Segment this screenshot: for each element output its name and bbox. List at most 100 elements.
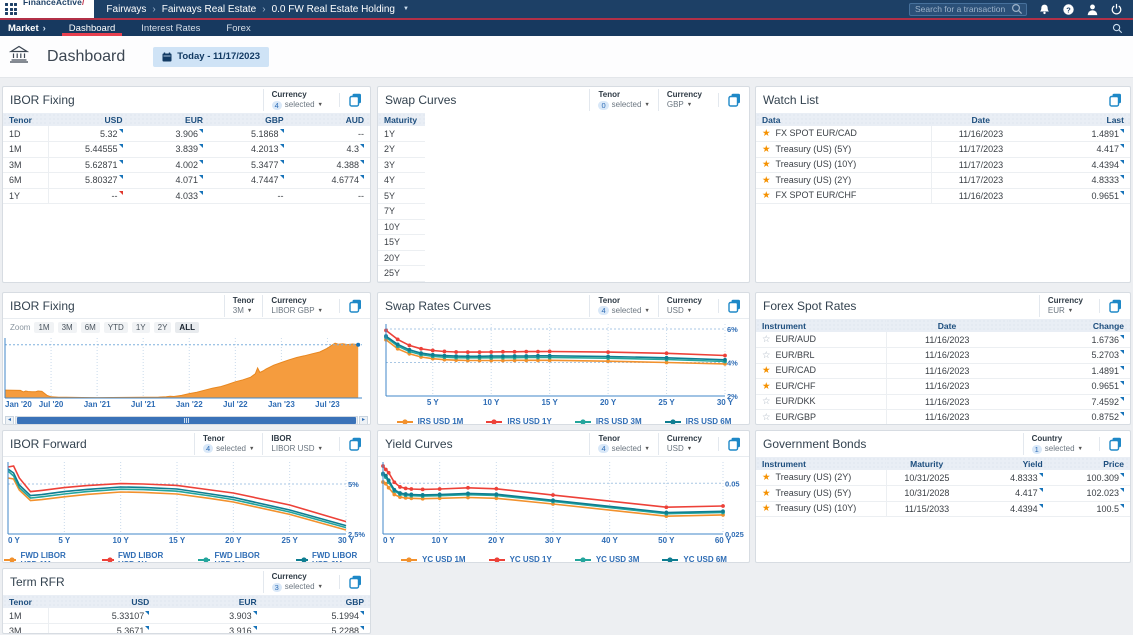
column-header[interactable]: Data xyxy=(756,113,931,126)
navigator-handle[interactable] xyxy=(17,417,356,424)
copy-icon[interactable] xyxy=(718,437,742,451)
dropdown-ibor[interactable]: IBORLIBOR USD▼ xyxy=(262,433,331,455)
column-header[interactable]: Tenor xyxy=(3,113,48,126)
zoom-button-2y[interactable]: 2Y xyxy=(154,322,172,333)
navigator-left-arrow[interactable]: ◂ xyxy=(5,416,14,425)
copy-icon[interactable] xyxy=(339,437,363,451)
dropdown-country[interactable]: Country1selected▼ xyxy=(1023,433,1091,455)
dropdown-currency[interactable]: CurrencyEUR▼ xyxy=(1039,295,1091,317)
star-icon[interactable]: ★ xyxy=(762,128,771,139)
zoom-button-1m[interactable]: 1M xyxy=(34,322,53,333)
copy-icon[interactable] xyxy=(339,575,363,589)
dropdown-currency[interactable]: CurrencyUSD▼ xyxy=(658,295,710,317)
legend-item[interactable]: IRS USD 1M xyxy=(396,417,464,425)
copy-icon[interactable] xyxy=(339,93,363,107)
copy-icon[interactable] xyxy=(718,299,742,313)
market-menu[interactable]: Market› xyxy=(0,20,56,36)
dropdown-tenor[interactable]: Tenor4selected▼ xyxy=(194,433,262,455)
zoom-button-ytd[interactable]: YTD xyxy=(104,322,128,333)
nav-tab-forex[interactable]: Forex xyxy=(213,20,263,36)
star-icon[interactable]: ★ xyxy=(762,159,771,170)
navigator-track[interactable] xyxy=(15,416,358,425)
legend-item[interactable]: FWD LIBOR USD 1Y xyxy=(101,551,176,564)
zoom-button-all[interactable]: ALL xyxy=(175,322,199,333)
column-header[interactable]: Price xyxy=(1049,457,1130,470)
yield-curves-chart[interactable]: 0 Y10 Y20 Y30 Y40 Y50 Y60 Y0.050.025 xyxy=(378,457,749,552)
user-icon[interactable] xyxy=(1086,3,1099,16)
zoom-button-3m[interactable]: 3M xyxy=(58,322,77,333)
column-header[interactable]: Instrument xyxy=(756,319,886,332)
date-picker[interactable]: Today - 11/17/2023 xyxy=(153,47,269,67)
star-icon[interactable]: ★ xyxy=(762,144,771,155)
legend-item[interactable]: IRS USD 1Y xyxy=(485,417,551,425)
dropdown-tenor[interactable]: Tenor0selected▼ xyxy=(589,89,657,111)
breadcrumb-item[interactable]: 0.0 FW Real Estate Holding xyxy=(272,4,395,15)
column-header[interactable]: GBP xyxy=(209,113,290,126)
column-header[interactable]: Maturity xyxy=(886,457,967,470)
star-icon[interactable]: ★ xyxy=(762,381,771,392)
star-icon[interactable]: ★ xyxy=(762,488,771,499)
star-icon[interactable]: ★ xyxy=(762,365,771,376)
star-icon[interactable]: ★ xyxy=(762,503,771,514)
star-icon[interactable]: ☆ xyxy=(762,350,771,361)
dropdown-tenor[interactable]: Tenor4selected▼ xyxy=(589,295,657,317)
column-header[interactable]: EUR xyxy=(155,595,262,608)
star-icon[interactable]: ☆ xyxy=(762,396,771,407)
ibor-fixing-chart[interactable]: Jan '20Jul '20Jan '21Jul '21Jan '22Jul '… xyxy=(3,334,370,415)
copy-icon[interactable] xyxy=(718,93,742,107)
legend-item[interactable]: FWD LIBOR USD 6M xyxy=(295,551,371,564)
search-icon[interactable] xyxy=(1011,3,1023,15)
copy-icon[interactable] xyxy=(1099,299,1123,313)
legend-item[interactable]: IRS USD 3M xyxy=(574,417,642,425)
column-header[interactable]: AUD xyxy=(290,113,371,126)
column-header[interactable]: EUR xyxy=(129,113,210,126)
column-header[interactable]: USD xyxy=(48,595,155,608)
column-header[interactable]: USD xyxy=(48,113,129,126)
dropdown-tenor[interactable]: Tenor4selected▼ xyxy=(589,433,657,455)
column-header[interactable]: Maturity xyxy=(378,113,425,126)
dropdown-currency[interactable]: CurrencyUSD▼ xyxy=(658,433,710,455)
transaction-search[interactable] xyxy=(909,3,1027,16)
legend-item[interactable]: YC USD 6M xyxy=(661,555,727,563)
breadcrumb-caret-icon[interactable]: ▼ xyxy=(403,6,409,12)
column-header[interactable]: Change xyxy=(1008,319,1130,332)
ibor-forward-chart[interactable]: 0 Y5 Y10 Y15 Y20 Y25 Y30 Y5%2.5% xyxy=(3,457,370,552)
breadcrumb-item[interactable]: Fairways Real Estate xyxy=(162,4,256,15)
zoom-button-1y[interactable]: 1Y xyxy=(132,322,150,333)
dropdown-currency[interactable]: CurrencyGBP▼ xyxy=(658,89,710,111)
copy-icon[interactable] xyxy=(339,299,363,313)
legend-item[interactable]: IRS USD 6M xyxy=(664,417,732,425)
copy-icon[interactable] xyxy=(1099,437,1123,451)
secondary-search-icon[interactable] xyxy=(1112,20,1133,36)
column-header[interactable]: Tenor xyxy=(3,595,48,608)
column-header[interactable]: Date xyxy=(886,319,1008,332)
column-header[interactable]: Last xyxy=(1031,113,1131,126)
dropdown-currency[interactable]: Currency4selected▼ xyxy=(263,89,331,111)
dropdown-tenor[interactable]: Tenor3M▼ xyxy=(224,295,263,317)
star-icon[interactable]: ★ xyxy=(762,175,771,186)
legend-item[interactable]: FWD LIBOR USD 3M xyxy=(197,551,273,564)
legend-item[interactable]: FWD LIBOR USD 1M xyxy=(3,551,79,564)
app-grid-icon[interactable] xyxy=(5,3,17,15)
column-header[interactable]: Instrument xyxy=(756,457,886,470)
chart-navigator[interactable]: ◂ ▸ xyxy=(3,415,370,425)
column-header[interactable]: Date xyxy=(931,113,1031,126)
search-input[interactable] xyxy=(915,4,1011,14)
swap-rates-chart[interactable]: 5 Y10 Y15 Y20 Y25 Y30 Y6%4%2% xyxy=(378,319,749,414)
nav-tab-interest-rates[interactable]: Interest Rates xyxy=(128,20,213,36)
copy-icon[interactable] xyxy=(1100,93,1123,107)
help-icon[interactable]: ? xyxy=(1062,3,1075,16)
star-icon[interactable]: ☆ xyxy=(762,412,771,423)
navigator-right-arrow[interactable]: ▸ xyxy=(359,416,368,425)
star-icon[interactable]: ☆ xyxy=(762,334,771,345)
notifications-bell-icon[interactable] xyxy=(1038,3,1051,16)
column-header[interactable]: GBP xyxy=(263,595,370,608)
legend-item[interactable]: YC USD 1M xyxy=(400,555,466,563)
column-header[interactable]: Yield xyxy=(967,457,1048,470)
dropdown-currency[interactable]: CurrencyLIBOR GBP▼ xyxy=(262,295,331,317)
star-icon[interactable]: ★ xyxy=(762,472,771,483)
legend-item[interactable]: YC USD 1Y xyxy=(488,555,552,563)
breadcrumb-item[interactable]: Fairways xyxy=(106,4,146,15)
nav-tab-dashboard[interactable]: Dashboard xyxy=(56,20,128,36)
dropdown-currency[interactable]: Currency3selected▼ xyxy=(263,571,331,593)
